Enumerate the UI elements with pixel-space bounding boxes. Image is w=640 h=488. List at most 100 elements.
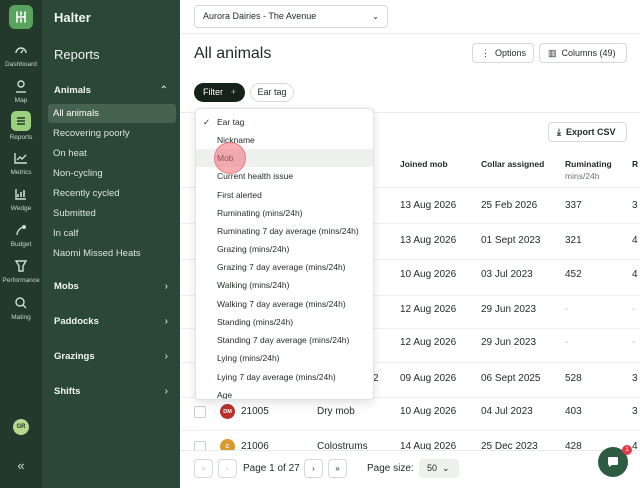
performance-icon bbox=[14, 260, 28, 272]
dropdown-item-walking-7day[interactable]: Walking 7 day average (mins/24h) bbox=[196, 295, 373, 313]
cell-ruminating: - bbox=[565, 304, 569, 315]
row-checkbox[interactable] bbox=[194, 406, 206, 418]
chevron-down-icon: ⌄ bbox=[439, 463, 450, 473]
sidebar-group-paddocks[interactable]: Paddocks › bbox=[54, 316, 172, 327]
cell-ruminating: 321 bbox=[565, 235, 582, 246]
cell-extra: 4 bbox=[632, 235, 638, 246]
dropdown-item-label: Ear tag bbox=[217, 117, 245, 127]
dropdown-item-age[interactable]: Age bbox=[196, 386, 373, 399]
cell-joined: 12 Aug 2026 bbox=[400, 304, 457, 315]
header-unit: mins/24h bbox=[565, 171, 600, 181]
rail-item-map[interactable]: Map bbox=[0, 78, 42, 104]
cell-extra: 4 bbox=[632, 269, 638, 280]
collapse-icon[interactable]: « bbox=[0, 458, 42, 473]
user-avatar[interactable]: GR bbox=[13, 419, 29, 435]
dropdown-item-walking[interactable]: Walking (mins/24h) bbox=[196, 276, 373, 294]
farm-select-value: Aurora Dairies - The Avenue bbox=[203, 11, 317, 21]
rail-item-mating[interactable]: Mating bbox=[0, 295, 42, 321]
brand-name: Halter bbox=[54, 10, 91, 25]
sidebar-item-on-heat[interactable]: On heat bbox=[48, 144, 176, 163]
rail-label: Budget bbox=[10, 241, 32, 248]
page-size-value: 50 bbox=[427, 463, 438, 473]
cell-collar: 01 Sept 2023 bbox=[481, 235, 541, 246]
header-label: Joined mob bbox=[400, 159, 448, 169]
rail-label: Metrics bbox=[10, 169, 32, 176]
rail-item-budget[interactable]: Budget bbox=[0, 222, 42, 248]
filter-button[interactable]: Filter + bbox=[194, 83, 245, 102]
dropdown-item-ear-tag[interactable]: ✓ Ear tag bbox=[196, 113, 373, 131]
rail-label: Reports bbox=[9, 134, 33, 141]
sidebar-title: Reports bbox=[54, 47, 100, 62]
first-page-button[interactable]: « bbox=[194, 459, 213, 478]
cell-mob: Dry mob bbox=[317, 406, 355, 417]
group-label: Paddocks bbox=[54, 316, 99, 327]
sidebar-item-all-animals[interactable]: All animals bbox=[48, 104, 176, 123]
columns-button[interactable]: ▥ Columns (49) bbox=[539, 43, 627, 63]
dropdown-item-mob[interactable]: Mob bbox=[196, 149, 373, 167]
list-icon bbox=[11, 111, 31, 131]
cell-joined: 09 Aug 2026 bbox=[400, 373, 457, 384]
cell-collar: 29 Jun 2023 bbox=[481, 337, 537, 348]
sidebar-group-shifts[interactable]: Shifts › bbox=[54, 386, 172, 397]
dropdown-item-ruminating[interactable]: Ruminating (mins/24h) bbox=[196, 204, 373, 222]
last-page-button[interactable]: » bbox=[328, 459, 347, 478]
dropdown-item-nickname[interactable]: Nickname bbox=[196, 131, 373, 149]
options-button[interactable]: ⋮ Options bbox=[472, 43, 534, 63]
halter-logo-icon[interactable] bbox=[9, 5, 33, 29]
header-label: Ruminating bbox=[565, 159, 612, 169]
dropdown-item-lying[interactable]: Lying (mins/24h) bbox=[196, 349, 373, 367]
sidebar-item-non-cycling[interactable]: Non-cycling bbox=[48, 164, 176, 183]
cell-ruminating: 337 bbox=[565, 200, 582, 211]
sidebar-item-submitted[interactable]: Submitted bbox=[48, 204, 176, 223]
filter-label: Filter bbox=[203, 87, 223, 97]
rail-label: Dashboard bbox=[5, 61, 37, 68]
sidebar-item-naomi-missed-heats[interactable]: Naomi Missed Heats bbox=[48, 244, 176, 263]
sidebar-group-animals[interactable]: Animals ⌃ bbox=[54, 85, 172, 96]
column-header-ruminating[interactable]: Ruminating mins/24h bbox=[565, 159, 612, 181]
page-title: All animals bbox=[194, 45, 272, 62]
next-page-button[interactable]: › bbox=[304, 459, 323, 478]
sidebar-group-mobs[interactable]: Mobs › bbox=[54, 281, 172, 292]
rail-item-wedge[interactable]: Wedge bbox=[0, 186, 42, 212]
rail-item-performance[interactable]: Performance bbox=[0, 258, 42, 284]
dropdown-item-first-alerted[interactable]: First alerted bbox=[196, 186, 373, 204]
cell-ruminating: 452 bbox=[565, 269, 582, 280]
dropdown-item-ruminating-7day[interactable]: Ruminating 7 day average (mins/24h) bbox=[196, 222, 373, 240]
page-size-select[interactable]: 50 ⌄ bbox=[419, 459, 459, 478]
column-header-joined-mob[interactable]: Joined mob bbox=[400, 159, 448, 169]
cell-ear-tag[interactable]: 21005 bbox=[241, 406, 269, 417]
prev-page-button[interactable]: ‹ bbox=[218, 459, 237, 478]
sidebar-item-recovering-poorly[interactable]: Recovering poorly bbox=[48, 124, 176, 143]
dropdown-item-grazing[interactable]: Grazing (mins/24h) bbox=[196, 240, 373, 258]
dropdown-item-grazing-7day[interactable]: Grazing 7 day average (mins/24h) bbox=[196, 258, 373, 276]
dropdown-item-lying-7day[interactable]: Lying 7 day average (mins/24h) bbox=[196, 368, 373, 386]
sidebar-item-recently-cycled[interactable]: Recently cycled bbox=[48, 184, 176, 203]
dropdown-item-standing-7day[interactable]: Standing 7 day average (mins/24h) bbox=[196, 331, 373, 349]
budget-icon bbox=[16, 225, 26, 236]
options-label: Options bbox=[495, 48, 527, 58]
cell-joined: 10 Aug 2026 bbox=[400, 269, 457, 280]
rail-item-reports[interactable]: Reports bbox=[0, 111, 42, 141]
rail-item-metrics[interactable]: Metrics bbox=[0, 150, 42, 176]
sidebar-item-in-calf[interactable]: In calf bbox=[48, 224, 176, 243]
farm-select[interactable]: Aurora Dairies - The Avenue ⌄ bbox=[194, 5, 388, 28]
group-label: Mobs bbox=[54, 281, 79, 292]
dropdown-item-standing[interactable]: Standing (mins/24h) bbox=[196, 313, 373, 331]
wedge-icon bbox=[15, 189, 26, 200]
ear-tag-filter-chip[interactable]: Ear tag bbox=[250, 83, 294, 102]
sidebar-group-grazings[interactable]: Grazings › bbox=[54, 351, 172, 362]
rail-label: Wedge bbox=[10, 205, 32, 212]
dropdown-item-current-health-issue[interactable]: Current health issue bbox=[196, 167, 373, 185]
header-label: Collar assigned bbox=[481, 159, 545, 169]
chevron-right-icon: › bbox=[164, 281, 168, 292]
group-label: Grazings bbox=[54, 351, 95, 362]
column-header-cut-off[interactable]: R bbox=[632, 159, 638, 169]
rail-item-dashboard[interactable]: Dashboard bbox=[0, 42, 42, 68]
gauge-icon bbox=[15, 47, 27, 54]
cell-joined: 10 Aug 2026 bbox=[400, 406, 457, 417]
cell-ruminating: 528 bbox=[565, 373, 582, 384]
group-label: Animals bbox=[54, 85, 91, 96]
chevron-right-icon: › bbox=[164, 351, 168, 362]
column-header-collar-assigned[interactable]: Collar assigned bbox=[481, 159, 544, 169]
cell-extra: 3 bbox=[632, 406, 638, 417]
